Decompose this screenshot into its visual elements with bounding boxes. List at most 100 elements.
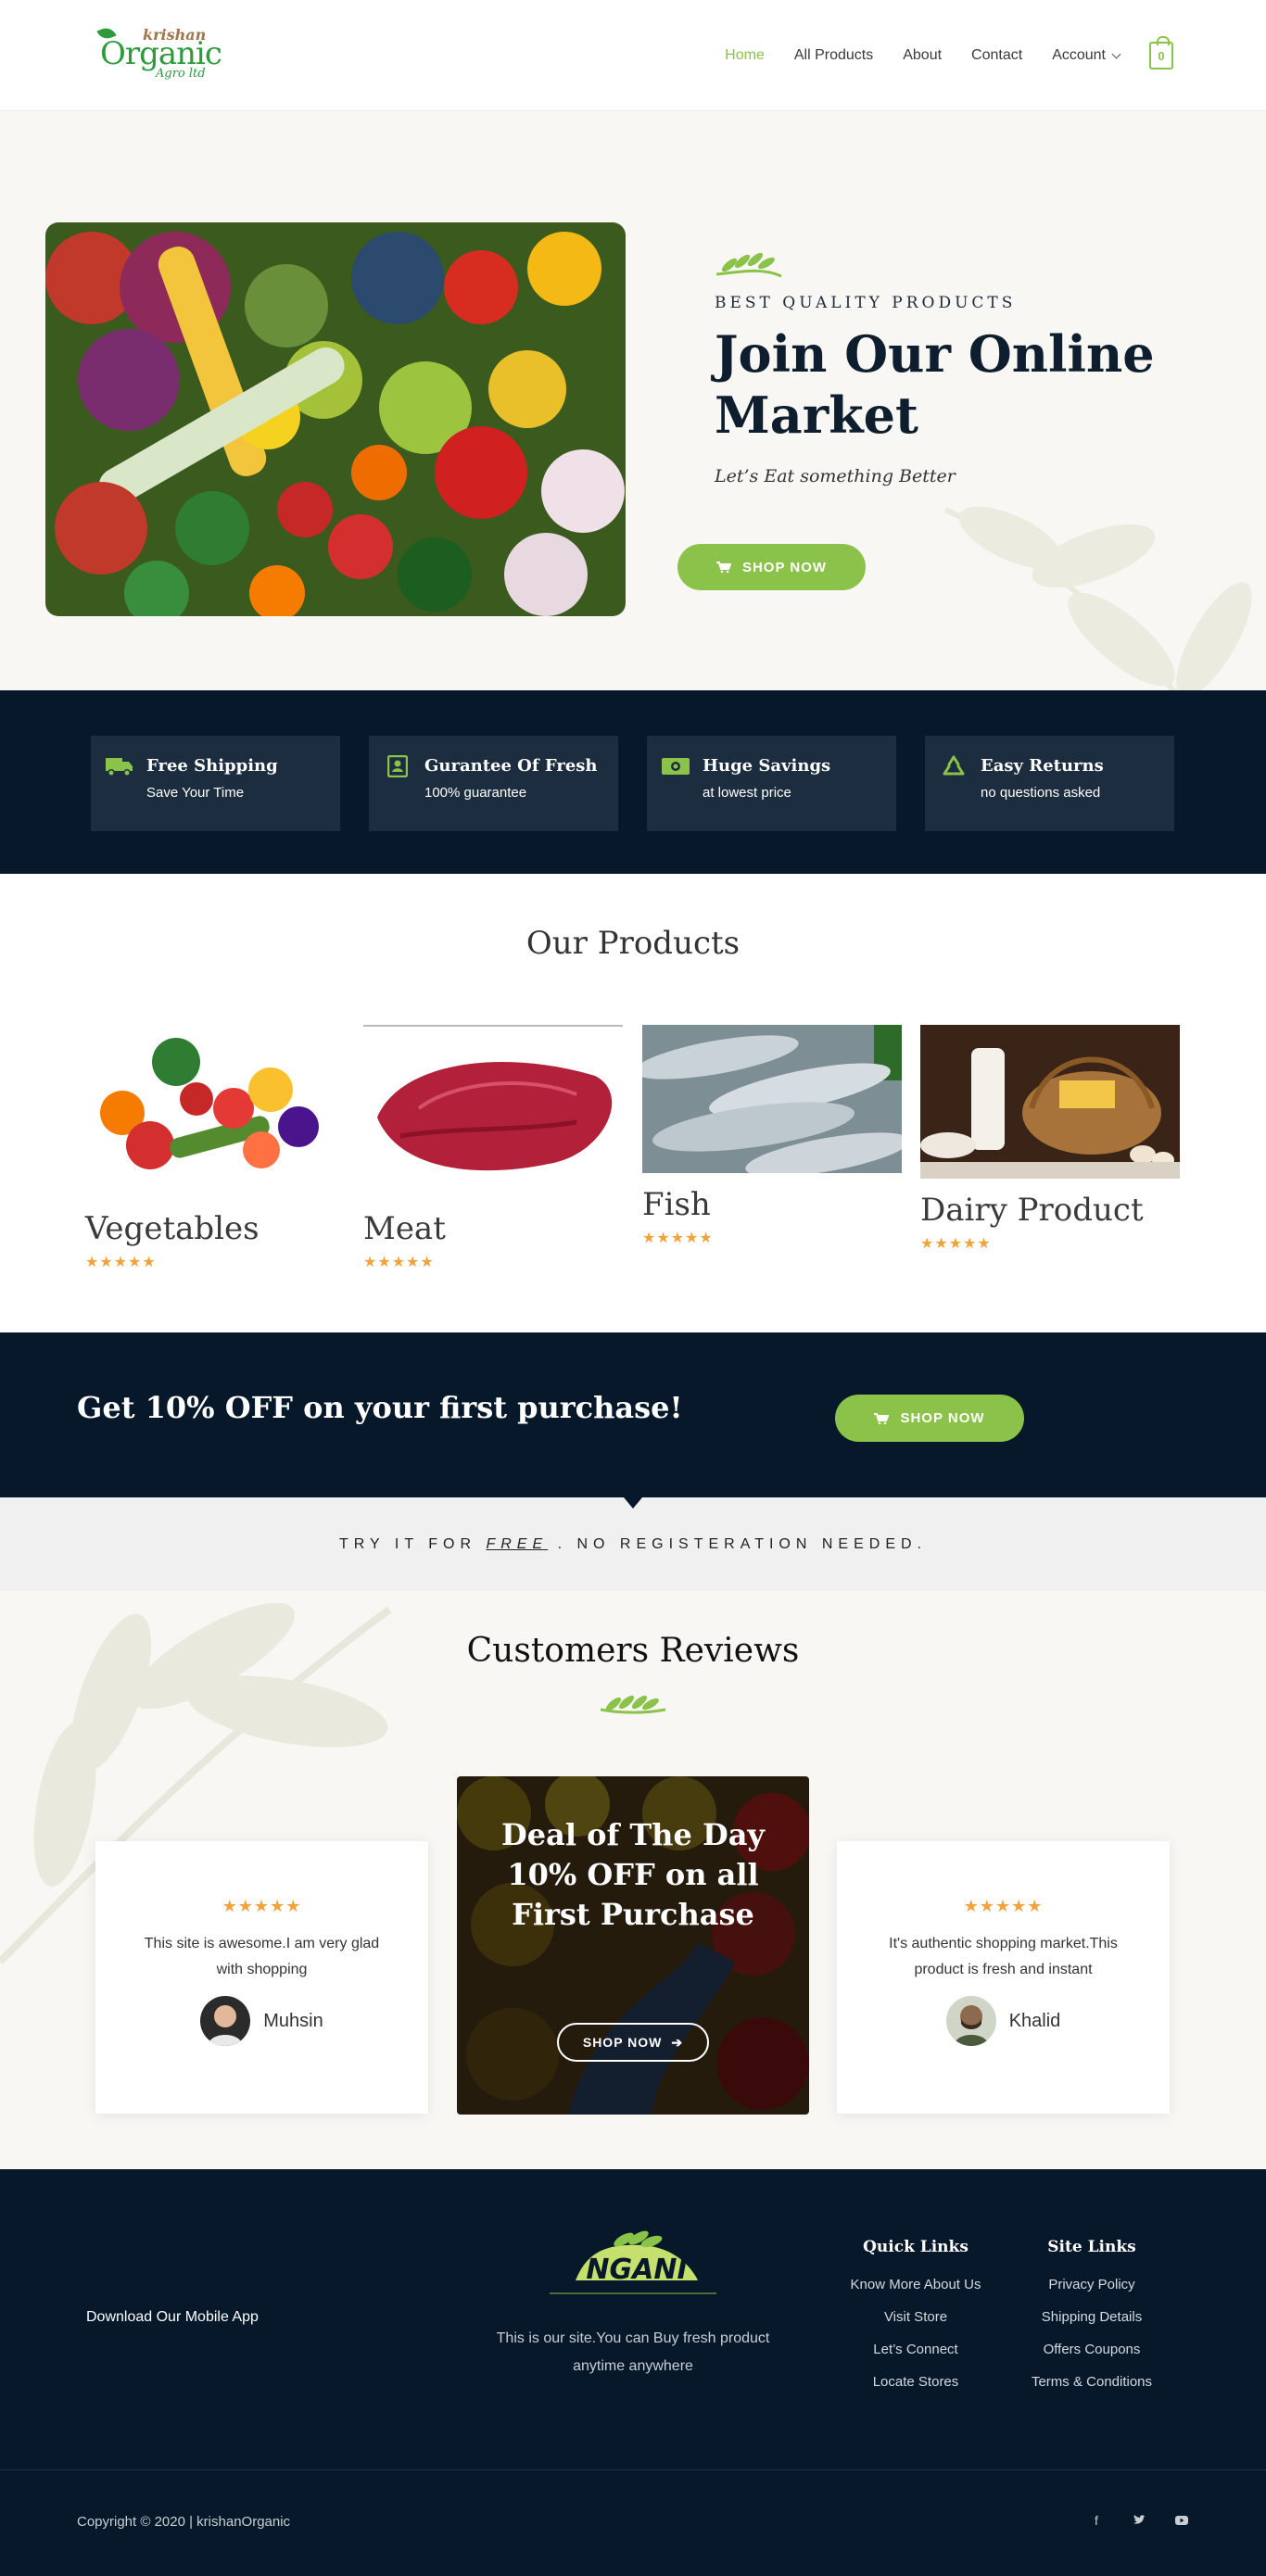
try-post: . NO REGISTERATION NEEDED. — [548, 1535, 927, 1552]
feature-easy-returns: Easy Returns no questions asked — [925, 736, 1174, 831]
feature-guarantee-fresh: Gurantee Of Fresh 100% guarantee — [369, 736, 618, 831]
site-logo[interactable]: krishan Organic Agro ltd — [96, 25, 222, 85]
hero-shop-now-label: SHOP NOW — [741, 559, 828, 575]
hero-title: Join Our Online Market — [715, 323, 1215, 446]
hero-title-line2: Market — [715, 385, 918, 445]
cart-icon — [874, 1412, 890, 1424]
deal-shop-now-label: SHOP NOW — [582, 2035, 663, 2050]
nav-all-products[interactable]: All Products — [794, 47, 873, 64]
product-name: Vegetables — [85, 1210, 260, 1247]
nav-account[interactable]: Account — [1052, 47, 1121, 64]
copyright-text: Copyright © 2020 | krishanOrganic — [77, 2514, 291, 2530]
youtube-icon[interactable] — [1174, 2513, 1189, 2528]
site-footer: Download Our Mobile App NGANI This is ou… — [0, 2169, 1266, 2469]
product-name: Meat — [363, 1210, 446, 1247]
offer-text: Get 10% OFF on your first purchase! — [77, 1390, 683, 1425]
arrow-right-icon: ➔ — [671, 2034, 684, 2050]
quick-links-title: Quick Links — [863, 2238, 968, 2256]
footer-logo[interactable]: NGANI — [550, 2225, 716, 2299]
feature-title: Huge Savings — [703, 756, 831, 776]
footer-link[interactable]: Let’s Connect — [846, 2342, 985, 2357]
facebook-icon[interactable]: f — [1089, 2513, 1104, 2528]
truck-icon — [106, 752, 133, 780]
offer-notch — [624, 1497, 642, 1509]
try-pre: TRY IT FOR — [339, 1535, 487, 1552]
feature-title: Gurantee Of Fresh — [424, 756, 598, 776]
product-rating: ★★★★★ — [920, 1236, 992, 1252]
product-image — [363, 1025, 623, 1197]
site-links-column: Site Links Privacy Policy Shipping Detai… — [1018, 2238, 1166, 2406]
hero-shop-now-button[interactable]: SHOP NOW — [677, 544, 866, 590]
nav-contact[interactable]: Contact — [971, 47, 1022, 64]
review-author-name: Khalid — [1008, 2010, 1061, 2031]
hero-subtitle: Let’s Eat something Better — [715, 466, 956, 486]
offer-bar: Get 10% OFF on your first purchase! SHOP… — [0, 1332, 1266, 1509]
reviews-section: Customers Reviews ★★★★★ This site is awe… — [0, 1591, 1266, 2169]
nav-account-label: Account — [1052, 47, 1106, 63]
footer-link[interactable]: Locate Stores — [846, 2374, 985, 2390]
nav-home[interactable]: Home — [725, 47, 765, 64]
product-name: Fish — [642, 1186, 711, 1223]
products-section: Our Products Vegetables ★★★★★ Meat ★★★★★… — [0, 874, 1266, 1332]
product-card-vegetables[interactable]: Vegetables ★★★★★ — [85, 1025, 345, 1271]
feature-subtitle: at lowest price — [703, 785, 791, 801]
product-card-meat[interactable]: Meat ★★★★★ — [363, 1025, 623, 1271]
download-app-link[interactable]: Download Our Mobile App — [86, 2309, 259, 2326]
chevron-down-icon — [1111, 49, 1121, 58]
review-author: Muhsin — [95, 1996, 428, 2046]
money-icon — [662, 752, 690, 780]
twitter-icon[interactable] — [1132, 2513, 1146, 2528]
quick-links-column: Quick Links Know More About Us Visit Sto… — [846, 2238, 985, 2406]
sprig-icon — [715, 252, 782, 278]
offer-shop-now-button[interactable]: SHOP NOW — [835, 1395, 1024, 1442]
reviews-title: Customers Reviews — [466, 1632, 800, 1670]
deal-of-the-day-card: Deal of The Day 10% OFF on all First Pur… — [457, 1776, 809, 2115]
hero-leaf-decoration — [943, 506, 1252, 690]
hero-vegetables-image — [45, 222, 626, 616]
footer-link[interactable]: Offers Coupons — [1018, 2342, 1166, 2357]
deal-line2: 10% OFF on all — [507, 1857, 759, 1892]
footer-description: This is our site.You can Buy fresh produ… — [496, 2330, 770, 2374]
review-author-name: Muhsin — [263, 2010, 323, 2031]
deal-line3: First Purchase — [512, 1897, 754, 1932]
product-image — [85, 1025, 345, 1197]
footer-link[interactable]: Know More About Us — [846, 2277, 985, 2292]
footer-link[interactable]: Terms & Conditions — [1018, 2374, 1166, 2390]
product-rating: ★★★★★ — [85, 1255, 157, 1270]
footer-link[interactable]: Shipping Details — [1018, 2309, 1166, 2325]
review-rating: ★★★★★ — [222, 1897, 302, 1915]
product-image — [642, 1025, 902, 1173]
copyright-bar: Copyright © 2020 | krishanOrganic f — [0, 2469, 1266, 2576]
feature-title: Free Shipping — [146, 756, 278, 776]
footer-link[interactable]: Visit Store — [846, 2309, 985, 2325]
social-links: f — [1089, 2513, 1189, 2528]
deal-shop-now-button[interactable]: SHOP NOW ➔ — [557, 2023, 709, 2062]
feature-free-shipping: Free Shipping Save Your Time — [91, 736, 340, 831]
cart-count: 0 — [1158, 48, 1165, 63]
features-bar: Free Shipping Save Your Time Gurantee Of… — [0, 690, 1266, 874]
products-title: Our Products — [525, 925, 741, 962]
deal-line1: Deal of The Day — [500, 1817, 766, 1852]
review-text: This site is awesome.I am very glad with… — [144, 1936, 380, 1977]
avatar — [200, 1996, 251, 2046]
nav-about[interactable]: About — [903, 47, 942, 64]
sprig-icon — [600, 1695, 666, 1714]
offer-shop-now-label: SHOP NOW — [900, 1410, 985, 1426]
recycle-icon — [940, 752, 968, 780]
feature-huge-savings: Huge Savings at lowest price — [647, 736, 896, 831]
main-nav: Home All Products About Contact Account … — [725, 0, 1266, 111]
product-card-fish[interactable]: Fish ★★★★★ — [642, 1025, 902, 1247]
avatar — [945, 1996, 996, 2046]
cart-button[interactable]: 0 — [1149, 36, 1173, 69]
product-image — [920, 1025, 1180, 1179]
hero-eyebrow: BEST QUALITY PRODUCTS — [715, 294, 1017, 312]
review-author: Khalid — [837, 1996, 1170, 2046]
hero-title-line1: Join Our Online — [715, 324, 1155, 384]
product-card-dairy[interactable]: Dairy Product ★★★★★ — [920, 1025, 1180, 1253]
feature-subtitle: 100% guarantee — [424, 785, 527, 801]
review-card-muhsin: ★★★★★ This site is awesome.I am very gla… — [95, 1841, 428, 2114]
product-name: Dairy Product — [920, 1192, 1144, 1229]
contact-card-icon — [384, 752, 411, 780]
footer-link[interactable]: Privacy Policy — [1018, 2277, 1166, 2292]
feature-subtitle: Save Your Time — [146, 785, 245, 801]
